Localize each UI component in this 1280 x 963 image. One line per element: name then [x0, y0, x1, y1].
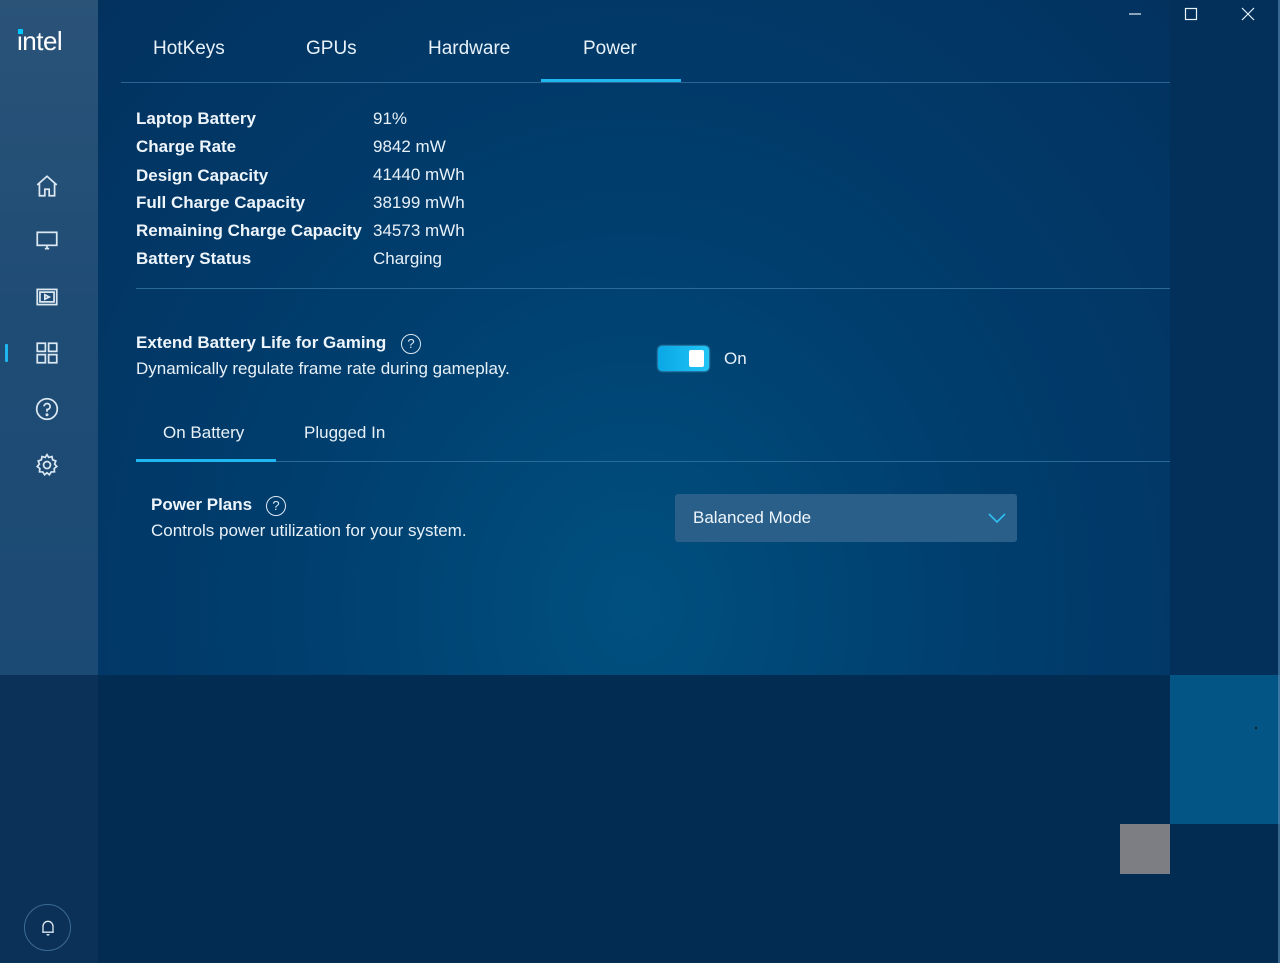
tab-hotkeys[interactable]: HotKeys	[153, 38, 225, 60]
desktop-background	[98, 675, 1280, 963]
logo-text: intel	[17, 26, 63, 56]
tab-hardware[interactable]: Hardware	[428, 38, 510, 60]
bell-icon	[41, 920, 54, 936]
active-tab-indicator	[541, 79, 681, 82]
close-icon	[1241, 7, 1255, 21]
intel-logo: intel	[17, 26, 63, 57]
background-window-block	[1170, 675, 1280, 824]
sidebar	[0, 0, 98, 675]
power-tab-bar	[136, 410, 1170, 462]
extend-battery-toggle[interactable]	[658, 346, 709, 371]
background-gray-block	[1120, 824, 1170, 874]
extend-battery-description: Dynamically regulate frame rate during g…	[136, 359, 510, 378]
maximize-button[interactable]	[1163, 0, 1219, 28]
sidebar-active-marker	[5, 344, 8, 362]
battery-info-value: 91%	[373, 109, 408, 128]
battery-info-label: Remaining Charge Capacity	[136, 221, 362, 240]
battery-info-value: 38199 mWh	[373, 193, 465, 212]
sidebar-item-video[interactable]	[33, 283, 61, 311]
tab-gpus[interactable]: GPUs	[306, 38, 357, 60]
sidebar-item-display[interactable]	[33, 227, 61, 255]
grid-icon	[36, 342, 58, 364]
help-icon	[35, 397, 59, 421]
monitor-icon	[36, 231, 58, 250]
sidebar-item-settings[interactable]	[33, 451, 61, 479]
sidebar-item-system[interactable]	[33, 339, 61, 367]
power-plan-dropdown[interactable]: Balanced Mode	[675, 494, 1017, 542]
close-button[interactable]	[1220, 0, 1276, 28]
active-subtab-indicator	[136, 459, 276, 462]
battery-info-label: Battery Status	[136, 249, 252, 268]
toggle-knob	[689, 350, 704, 367]
gear-icon	[35, 453, 59, 477]
right-strip	[1170, 0, 1280, 675]
home-icon	[36, 175, 58, 197]
tab-on-battery[interactable]: On Battery	[163, 423, 244, 443]
battery-info-value: 9842 mW	[373, 137, 446, 156]
power-plan-selected: Balanced Mode	[693, 508, 812, 527]
extend-battery-title: Extend Battery Life for Gaming	[136, 333, 387, 352]
power-plans-title: Power Plans	[151, 495, 253, 514]
sidebar-item-help[interactable]	[33, 395, 61, 423]
maximize-icon	[1184, 7, 1198, 21]
battery-info-value: 34573 mWh	[373, 221, 465, 240]
sidebar-item-home[interactable]	[33, 172, 61, 200]
toggle-state-label: On	[724, 349, 747, 368]
battery-info-label: Laptop Battery	[136, 109, 256, 128]
power-plans-description: Controls power utilization for your syst…	[151, 521, 467, 540]
power-plans-help-icon[interactable]: ?	[266, 496, 286, 516]
battery-info-label: Full Charge Capacity	[136, 193, 306, 212]
video-icon	[36, 288, 58, 306]
chevron-down-icon	[988, 513, 1006, 524]
battery-info-value: 41440 mWh	[373, 165, 465, 184]
section-divider	[136, 288, 1170, 289]
battery-info-label: Charge Rate	[136, 137, 237, 156]
cursor-dot	[1255, 727, 1257, 729]
battery-info-label: Design Capacity	[136, 166, 269, 185]
extend-battery-help-icon[interactable]: ?	[401, 334, 421, 354]
logo-dot	[18, 29, 23, 34]
notifications-button[interactable]	[24, 904, 71, 951]
top-tab-bar	[121, 0, 1170, 83]
battery-info-value: Charging	[373, 249, 442, 268]
tab-power[interactable]: Power	[583, 38, 637, 60]
tab-plugged-in[interactable]: Plugged In	[304, 423, 385, 443]
